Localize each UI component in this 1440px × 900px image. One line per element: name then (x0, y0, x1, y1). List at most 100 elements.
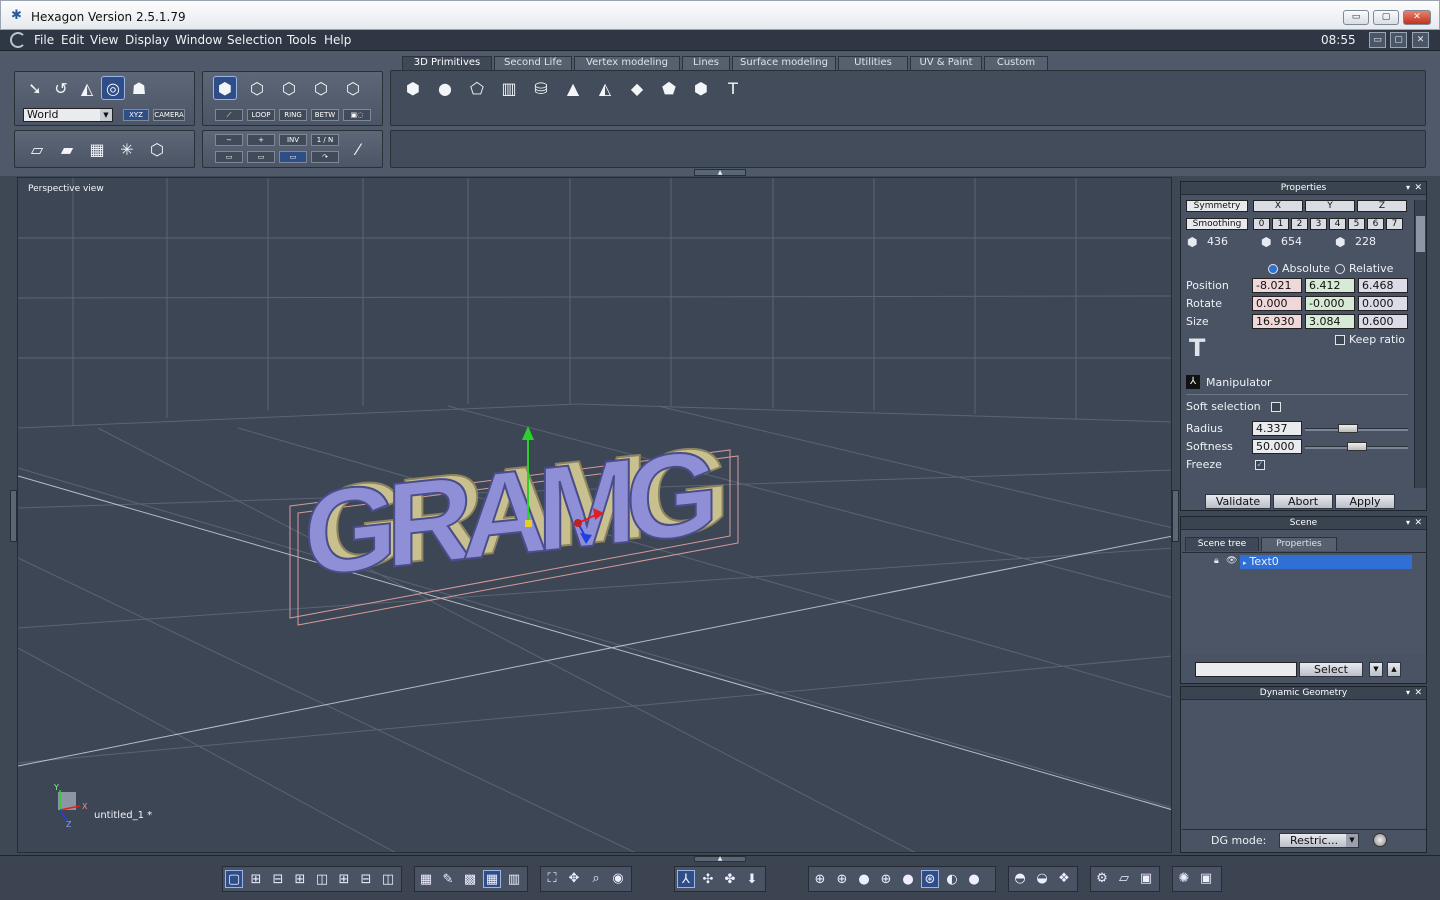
dg-status-icon[interactable] (1373, 833, 1387, 847)
dodecahedron-icon[interactable]: ⬟ (657, 76, 681, 100)
uv-grid-icon[interactable]: ▥ (505, 871, 523, 889)
material-icon[interactable]: ◐ (943, 871, 961, 889)
grow-select-button[interactable]: ▣◌ (343, 109, 371, 121)
abort-button[interactable]: Abort (1273, 494, 1333, 509)
rotate-tool-icon[interactable]: ✣ (699, 871, 717, 889)
panel-menu-icon[interactable]: ▾ (1406, 182, 1410, 194)
snap-radial-icon[interactable]: ✳ (115, 137, 139, 161)
tab-lines[interactable]: Lines (682, 56, 730, 70)
smoothing-level[interactable]: 0 (1253, 218, 1270, 230)
symmetry-x[interactable]: X (1253, 200, 1303, 212)
pyramid-icon[interactable]: ◭ (593, 76, 617, 100)
lasso-icon[interactable]: ↺ (49, 76, 73, 100)
universal-manipulator-icon[interactable]: ◎ (101, 76, 125, 100)
orbit-icon[interactable]: ◉ (609, 870, 627, 888)
ring-button[interactable]: RING (279, 109, 307, 121)
symmetric-icon[interactable]: ❖ (1055, 870, 1073, 888)
paint-select-icon[interactable]: ◭ (75, 76, 99, 100)
freeze-checkbox[interactable]: ✓ (1255, 460, 1265, 470)
validate-button[interactable]: Validate (1205, 494, 1271, 509)
split-view-f-icon[interactable]: ◫ (379, 871, 397, 889)
select-button[interactable]: Select (1299, 662, 1363, 677)
coord-system-select[interactable]: World ▼ (23, 108, 113, 122)
doc-maximize-button[interactable]: ▢ (1390, 32, 1407, 48)
edge-select-tool[interactable]: ⟋ (215, 109, 243, 121)
split-view-e-icon[interactable]: ⊟ (357, 871, 375, 889)
smoothing-level[interactable]: 2 (1291, 218, 1308, 230)
sphere-icon[interactable]: ● (433, 76, 457, 100)
flat-shade-icon[interactable]: ● (855, 871, 873, 889)
brush-icon[interactable]: ✎ (439, 871, 457, 889)
right-collapse-handle[interactable] (1172, 490, 1179, 542)
menu-file[interactable]: File (34, 33, 54, 47)
plane-icon[interactable]: ⬠ (465, 76, 489, 100)
absolute-radio[interactable] (1268, 264, 1278, 274)
grow-selection-button[interactable]: + (247, 134, 275, 146)
smoothing-level[interactable]: 1 (1272, 218, 1289, 230)
smoothing-level[interactable]: 5 (1348, 218, 1365, 230)
keep-ratio-checkbox[interactable] (1335, 335, 1345, 345)
scene-filter-input[interactable] (1195, 662, 1297, 677)
loop-button[interactable]: LOOP (247, 109, 275, 121)
scroll-thumb[interactable] (1416, 216, 1425, 252)
tab-uv-paint[interactable]: UV & Paint (910, 56, 982, 70)
panel-menu-icon[interactable]: ▾ (1406, 687, 1410, 699)
camera-icon[interactable]: ▣ (1197, 870, 1215, 888)
tab-surface-modeling[interactable]: Surface modeling (732, 56, 836, 70)
tab-3d-primitives[interactable]: 3D Primitives (402, 56, 492, 70)
gear-icon[interactable]: ⚙ (1093, 870, 1111, 888)
menu-display[interactable]: Display (125, 33, 169, 47)
split-view-icon[interactable]: ⊟ (269, 871, 287, 889)
size-y-field[interactable]: 3.084 (1305, 314, 1355, 329)
single-view-icon[interactable]: ▢ (225, 870, 243, 888)
properties-scrollbar[interactable] (1414, 200, 1426, 488)
apply-button[interactable]: Apply (1335, 494, 1395, 509)
doc-close-button[interactable]: ✕ (1412, 32, 1429, 48)
soft-selection-checkbox[interactable] (1271, 402, 1281, 412)
move-tool-icon[interactable]: ⅄ (677, 870, 695, 888)
menu-view[interactable]: View (90, 33, 118, 47)
softness-field[interactable]: 50.000 (1252, 439, 1302, 454)
layer-plane-icon[interactable]: ▰ (55, 137, 79, 161)
octahedron-icon[interactable]: ◆ (625, 76, 649, 100)
position-z-field[interactable]: 6.468 (1358, 278, 1408, 293)
invert-selection-button[interactable]: INV (279, 134, 307, 146)
one-of-n-button[interactable]: 1 / N (311, 134, 339, 146)
scale-tool-icon[interactable]: ✤ (721, 871, 739, 889)
drop-tool-icon[interactable]: ⬇ (743, 871, 761, 889)
move-down-button[interactable]: ▼ (1369, 662, 1383, 677)
tab-scene-tree[interactable]: Scene tree (1185, 537, 1259, 551)
manipulator-icon[interactable]: ⅄ (1186, 375, 1200, 389)
split-view-d-icon[interactable]: ⊞ (335, 871, 353, 889)
tab-vertex-modeling[interactable]: Vertex modeling (574, 56, 680, 70)
scene-tree-item[interactable]: ▸ Text0 (1240, 555, 1412, 569)
magic-wand-icon[interactable]: ⁄ (346, 137, 370, 161)
close-button[interactable]: ✕ (1403, 10, 1431, 25)
rotate-y-field[interactable]: -0.000 (1305, 296, 1355, 311)
eye-icon[interactable]: 👁︎ (1226, 556, 1237, 566)
floor-plane-icon[interactable]: ▱ (25, 137, 49, 161)
panel-close-icon[interactable]: ✕ (1414, 517, 1422, 529)
position-y-field[interactable]: 6.412 (1305, 278, 1355, 293)
radius-field[interactable]: 4.337 (1252, 421, 1302, 436)
cylinder-icon[interactable]: ⛁ (529, 76, 553, 100)
select-tool-d[interactable]: ↷ (311, 151, 339, 163)
smoothing-level[interactable]: 7 (1386, 218, 1403, 230)
collapse-toolbar-handle[interactable]: ▲ (694, 169, 746, 176)
zoom-icon[interactable]: ⌕ (587, 870, 605, 888)
collapse-bottom-handle[interactable]: ▲ (694, 856, 746, 862)
smoothing-level[interactable]: 6 (1367, 218, 1384, 230)
stairs-icon[interactable]: ▥ (497, 76, 521, 100)
rotate-x-field[interactable]: 0.000 (1252, 296, 1302, 311)
tab-second-life[interactable]: Second Life (494, 56, 572, 70)
box-tool-icon[interactable]: ▣ (1137, 870, 1155, 888)
texture-icon[interactable]: ▩ (461, 871, 479, 889)
dg-mode-select[interactable]: Restric... ▼ (1279, 833, 1359, 848)
left-collapse-handle[interactable] (10, 490, 17, 542)
symmetry-z[interactable]: Z (1357, 200, 1407, 212)
panel-menu-icon[interactable]: ▾ (1406, 517, 1410, 529)
tab-scene-properties[interactable]: Properties (1261, 537, 1337, 551)
snap-mesh-icon[interactable]: ⬡ (145, 137, 169, 161)
size-z-field[interactable]: 0.600 (1358, 314, 1408, 329)
camera-toggle[interactable]: CAMERA (153, 109, 185, 121)
